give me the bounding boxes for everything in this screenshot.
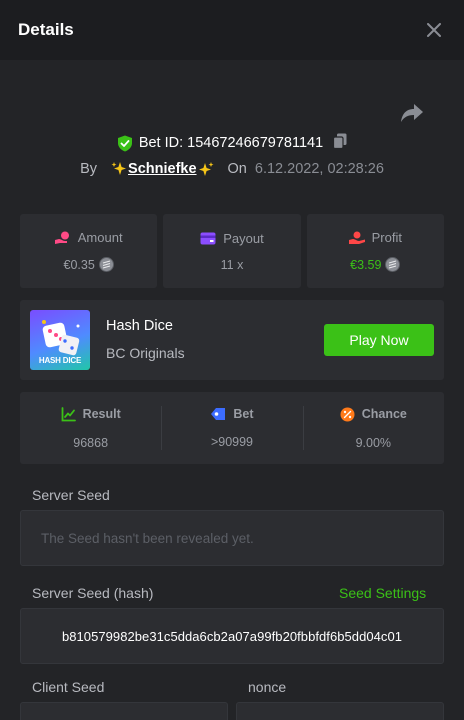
close-icon [427,23,441,37]
by-label: By [80,161,98,177]
amount-icon [54,231,69,244]
nonce-label: nonce [248,679,287,695]
server-seed-hash-value: b810579982be31c5dda6cb2a07a99fb20fbbfdf6… [61,628,403,644]
profit-label: Profit [371,230,402,245]
bet-id: Bet ID: 15467246679781141 [138,135,324,151]
thumbnail-label: HASH DICE [38,356,82,365]
amount-label: Amount [77,230,123,245]
bet-id-row: Bet ID: 15467246679781141 [0,132,464,154]
coin-icon [385,257,401,272]
bet-column: Bet >90999 [161,392,302,464]
bet-stats: Amount €0.35 Payout 11 x Profit €3.59 [20,214,444,288]
game-card: HASH DICE Hash Dice BC Originals Play No… [20,300,444,380]
nonce-field[interactable] [236,702,444,720]
roll-stats: Result 96868 Bet >90999 Chance 9.00% [20,392,444,464]
copy-icon [333,133,347,150]
game-provider: BC Originals [106,345,185,361]
panel-title: Details [18,20,74,39]
server-seed-hash-field[interactable]: b810579982be31c5dda6cb2a07a99fb20fbbfdf6… [20,608,444,664]
server-seed-field[interactable]: The Seed hasn't been revealed yet. [20,510,444,566]
server-seed-hash-label: Server Seed (hash) [32,585,154,601]
share-button[interactable] [400,102,424,124]
on-label: On [227,161,247,177]
payout-icon [200,232,216,244]
share-icon [401,104,423,122]
username-link[interactable]: Schniefke [111,161,214,177]
details-header: Details [0,0,464,60]
sparkle-icon [111,162,127,175]
profit-value: €3.59 [350,257,382,272]
sparkle-icon [198,162,214,176]
profit-icon [348,231,365,244]
bet-icon [211,408,226,420]
chance-icon [340,407,355,421]
bet-date: 6.12.2022, 02:28:26 [254,161,384,177]
client-seed-label: Client Seed [32,679,105,695]
chance-value: 9.00% [355,435,392,450]
username: Schniefke [128,161,197,177]
bet-meta-row: By Schniefke On 6.12.2022, 02:28:26 [0,158,464,180]
result-value: 96868 [73,435,109,450]
amount-value: €0.35 [63,257,95,272]
close-button[interactable] [424,20,444,40]
payout-value: 11 x [220,257,244,272]
amount-card: Amount €0.35 [20,214,158,288]
result-label: Result [82,407,121,421]
play-now-button[interactable]: Play Now [324,324,434,356]
server-seed-label: Server Seed [32,487,110,503]
client-seed-field[interactable] [20,702,228,720]
shield-check-icon [117,135,132,151]
result-column: Result 96868 [20,392,161,464]
bet-label: Bet [233,407,254,421]
coin-icon [98,257,114,272]
result-icon [61,406,76,421]
bet-value: >90999 [210,435,254,449]
game-name[interactable]: Hash Dice [106,318,173,334]
chance-label: Chance [361,407,407,421]
copy-bet-id-button[interactable] [333,133,347,153]
chance-column: Chance 9.00% [302,392,444,464]
profit-card: Profit €3.59 [306,214,444,288]
payout-label: Payout [223,230,264,246]
seed-settings-link[interactable]: Seed Settings [339,585,426,601]
server-seed-placeholder: The Seed hasn't been revealed yet. [41,530,254,546]
payout-card: Payout 11 x [163,214,301,288]
game-thumbnail[interactable]: HASH DICE [30,310,90,370]
